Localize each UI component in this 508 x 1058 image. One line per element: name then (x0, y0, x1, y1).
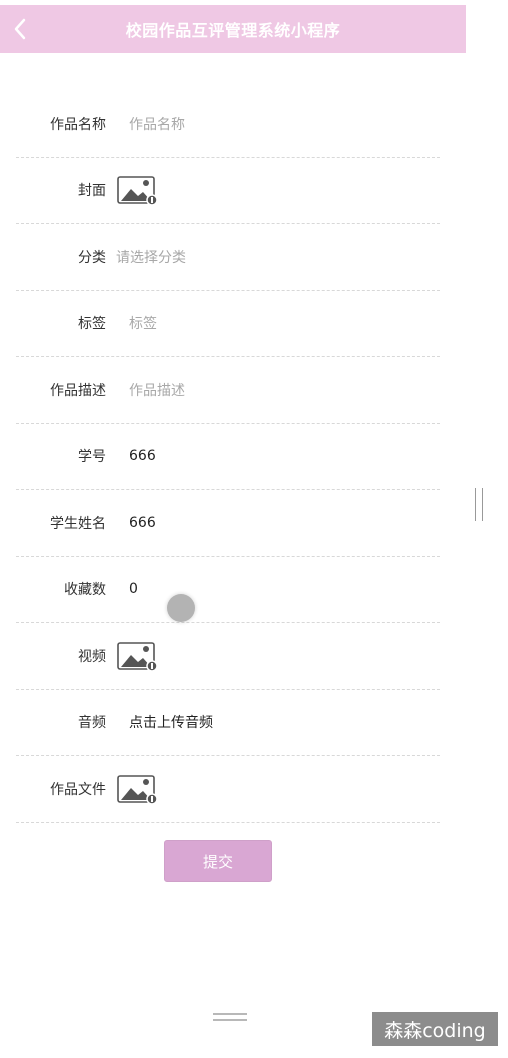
field-label: 作品文件 (50, 781, 106, 798)
work-name-input[interactable]: 作品名称 (129, 114, 185, 134)
form-row-video: 视频 (16, 623, 440, 690)
back-button[interactable] (8, 17, 32, 41)
student-id-input[interactable]: 666 (129, 448, 156, 464)
favorites-input[interactable]: 0 (129, 581, 138, 597)
field-label: 音频 (78, 715, 106, 732)
field-label: 作品描述 (50, 382, 106, 399)
field-label: 学生姓名 (50, 515, 106, 532)
field-label: 作品名称 (50, 116, 106, 133)
field-label: 分类 (78, 249, 106, 266)
touch-indicator (167, 594, 195, 622)
field-label: 封面 (78, 183, 106, 200)
form-row-work-name: 作品名称 作品名称 (16, 91, 440, 158)
form-row-audio: 音频 点击上传音频 (16, 690, 440, 756)
form-row-description: 作品描述 作品描述 (16, 357, 440, 424)
scroll-handle[interactable] (475, 488, 483, 521)
chevron-left-icon (14, 18, 26, 40)
field-label: 视频 (78, 648, 106, 665)
page-title: 校园作品互评管理系统小程序 (125, 21, 341, 40)
nav-bar: 校园作品互评管理系统小程序 (0, 5, 466, 53)
form-row-tags: 标签 标签 (16, 291, 440, 357)
field-label: 学号 (78, 449, 106, 466)
category-select[interactable]: 请选择分类 (116, 247, 186, 267)
image-upload-icon[interactable] (116, 640, 158, 672)
form-row-student-id: 学号 666 (16, 424, 440, 490)
description-input[interactable]: 作品描述 (129, 380, 185, 400)
form-row-cover: 封面 (16, 158, 440, 224)
work-form: 作品名称 作品名称 封面 分类 请选择分类 标签 标签 作品描述 作品描述 学号… (0, 91, 466, 823)
watermark: 森森coding (372, 1012, 498, 1046)
field-label: 标签 (78, 316, 106, 333)
form-row-work-file: 作品文件 (16, 756, 440, 823)
student-name-input[interactable]: 666 (129, 515, 156, 531)
form-row-category: 分类 请选择分类 (16, 224, 440, 291)
submit-button[interactable]: 提交 (164, 840, 272, 882)
audio-upload-link[interactable]: 点击上传音频 (129, 712, 213, 732)
image-upload-icon[interactable] (116, 174, 158, 206)
image-upload-icon[interactable] (116, 773, 158, 805)
form-row-student-name: 学生姓名 666 (16, 490, 440, 557)
tags-input[interactable]: 标签 (129, 313, 157, 333)
field-label: 收藏数 (64, 582, 106, 599)
home-indicator[interactable] (213, 1013, 247, 1021)
form-row-favorites: 收藏数 0 (16, 557, 440, 623)
